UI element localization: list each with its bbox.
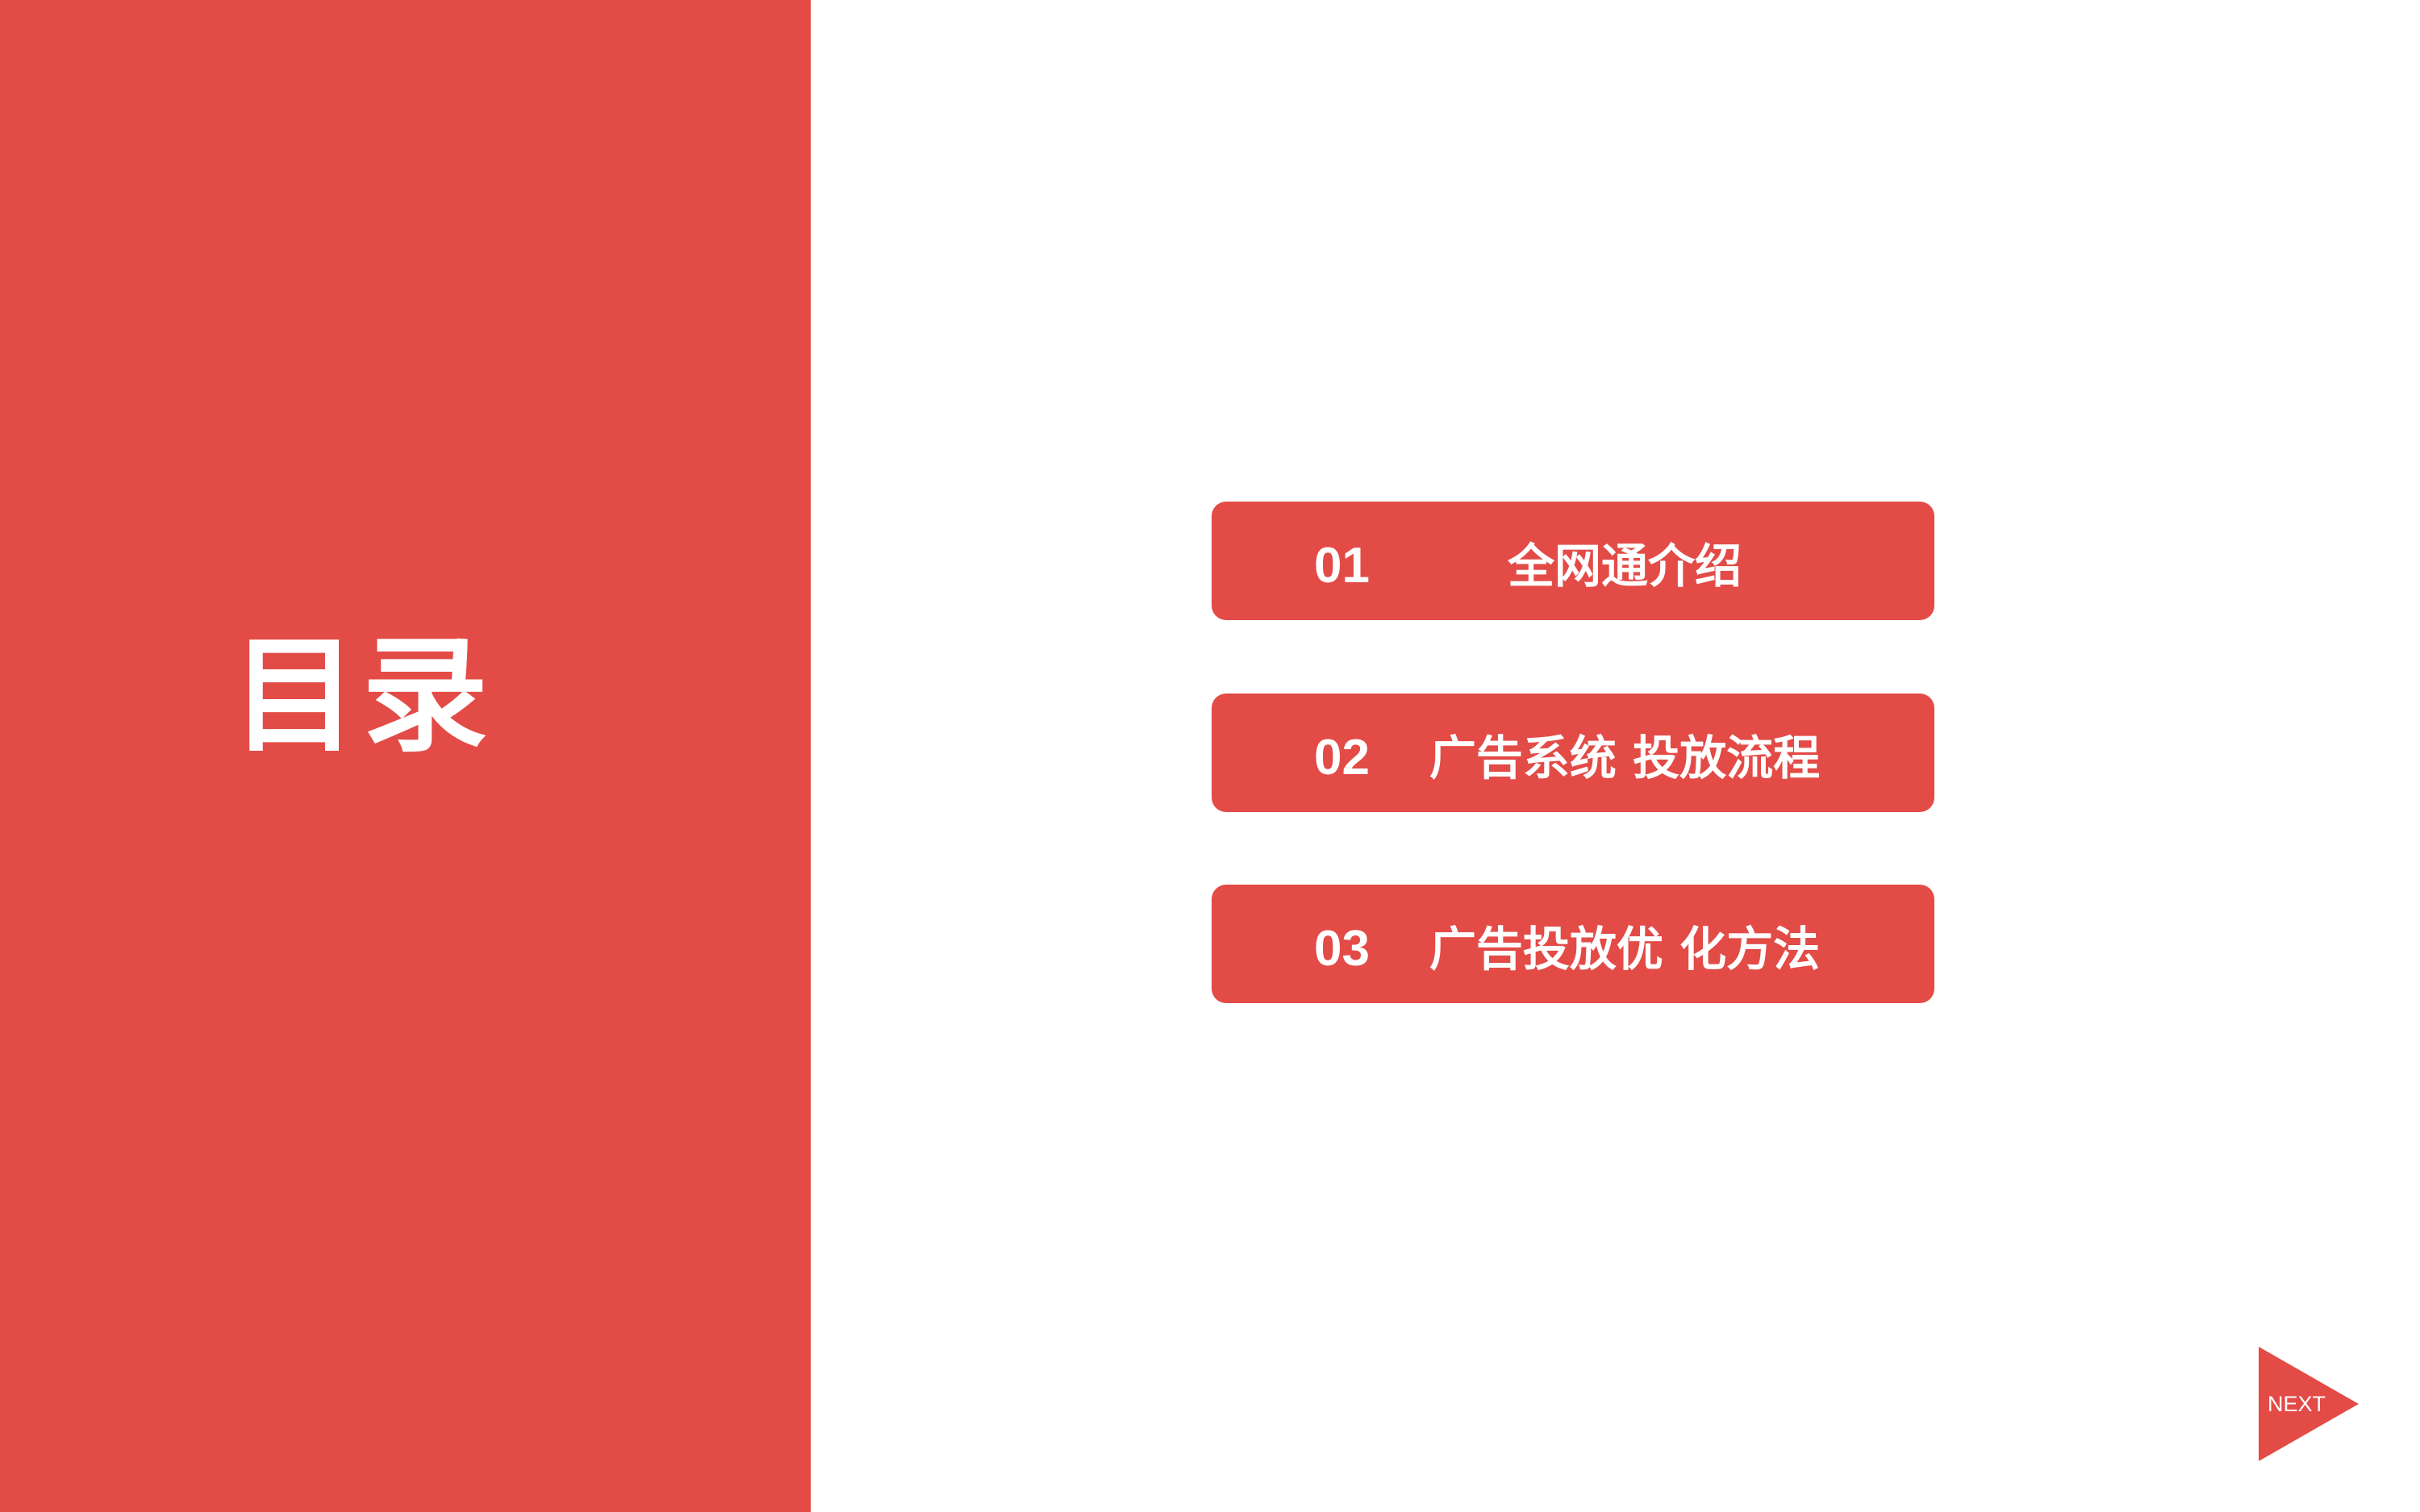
menu-item-number: 02 <box>1314 730 1370 785</box>
menu-item-label: 广告投放优 化方法 <box>1429 922 1821 977</box>
page-title: 目录 <box>232 623 493 769</box>
menu-item-number: 03 <box>1314 921 1370 977</box>
menu-item-label: 广告系统 投放流程 <box>1429 731 1821 785</box>
left-accent-panel: 目录 <box>0 0 811 1512</box>
menu-item-1[interactable]: 01 全网通介绍 <box>1212 502 1934 620</box>
menu-item-2[interactable]: 02 广告系统 投放流程 <box>1212 694 1934 812</box>
next-label: NEXT <box>2267 1392 2326 1416</box>
menu-item-3[interactable]: 03 广告投放优 化方法 <box>1212 885 1934 1003</box>
menu-item-label: 全网通介绍 <box>1507 539 1742 594</box>
menu-item-number: 01 <box>1314 538 1370 594</box>
next-button[interactable]: NEXT <box>2259 1347 2359 1461</box>
